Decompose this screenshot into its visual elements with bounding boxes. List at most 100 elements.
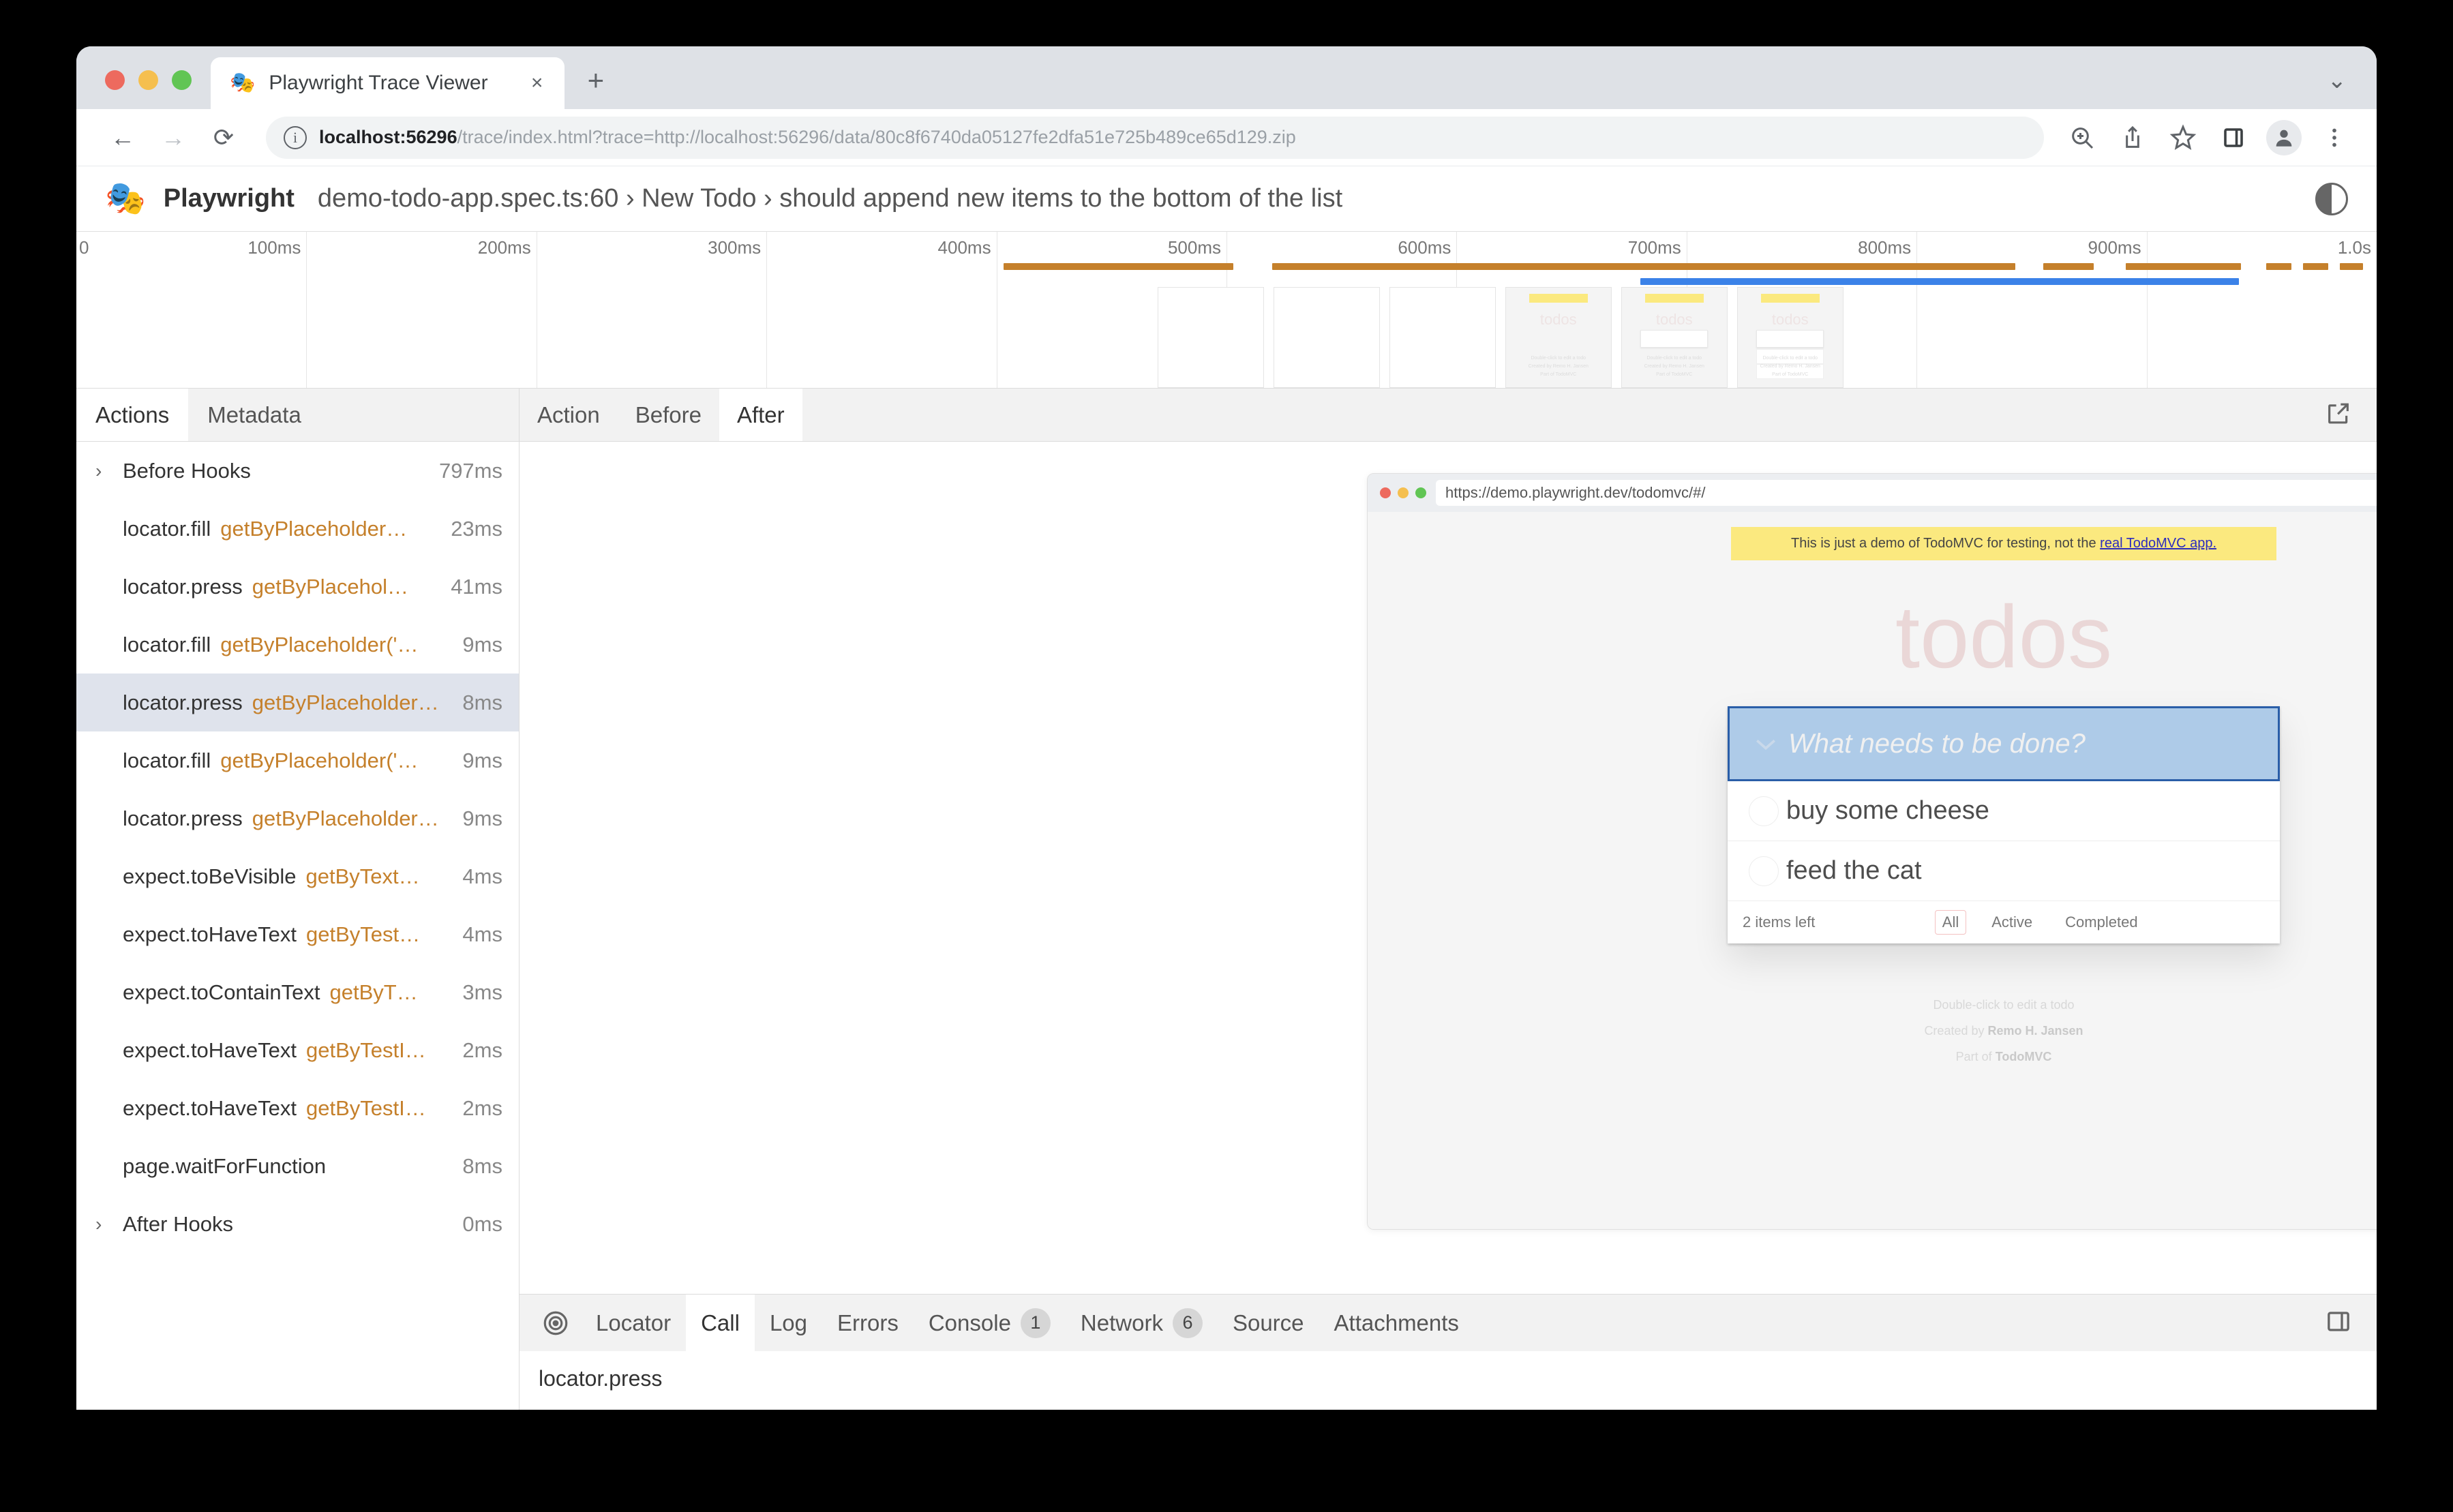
todo-checkbox[interactable] [1741, 796, 1786, 826]
action-row[interactable]: ›expect.toBeVisiblegetByText…4ms [76, 847, 519, 905]
action-row[interactable]: ›expect.toContainTextgetByT…3ms [76, 963, 519, 1021]
bottom-tab-attachments[interactable]: Attachments [1319, 1295, 1474, 1351]
snapshot-tab-bar: ActionBeforeAfter [520, 389, 2377, 442]
product-name: Playwright [164, 184, 295, 213]
action-row[interactable]: ›locator.pressgetByPlaceholder…9ms [76, 789, 519, 847]
action-row[interactable]: ›locator.fillgetByPlaceholder…23ms [76, 500, 519, 558]
snapshot-url[interactable]: https://demo.playwright.dev/todomvc/#/ [1436, 480, 2377, 506]
timeline[interactable]: 0100ms200ms300ms400ms500ms600ms700ms800m… [76, 232, 2377, 389]
minimize-window-button[interactable] [138, 70, 158, 90]
bottom-tab-log[interactable]: Log [755, 1295, 822, 1351]
action-title: After Hooks [123, 1212, 233, 1237]
dark-mode-toggle-icon[interactable] [2315, 183, 2348, 215]
timeline-gridline [306, 232, 307, 388]
timeline-filmstrip[interactable]: todosDouble-click to edit a todoCreated … [1158, 287, 1853, 388]
filmstrip-frame[interactable]: todosDouble-click to edit a todoCreated … [1737, 287, 1843, 388]
action-row[interactable]: ›expect.toHaveTextgetByTestI…2ms [76, 1079, 519, 1137]
action-list[interactable]: ›Before Hooks797ms›locator.fillgetByPlac… [76, 442, 519, 1410]
bottom-tab-label: Locator [596, 1310, 671, 1336]
bottom-tab-errors[interactable]: Errors [822, 1295, 914, 1351]
expand-chevron-icon[interactable]: › [95, 1213, 123, 1235]
reload-button[interactable]: ⟳ [202, 116, 245, 160]
real-todomvc-link[interactable]: real TodoMVC app. [2100, 536, 2216, 551]
todo-item[interactable]: buy some cheese [1728, 781, 2280, 841]
external-link-icon[interactable] [2325, 399, 2352, 430]
action-title: locator.fill [123, 749, 211, 773]
demo-banner-text: This is just a demo of TodoMVC for testi… [1791, 536, 2100, 551]
timeline-tick-label: 700ms [1628, 237, 1687, 258]
close-window-button[interactable] [105, 70, 125, 90]
new-todo-input[interactable]: What needs to be done? [1788, 729, 2086, 759]
filmstrip-frame[interactable] [1389, 287, 1496, 388]
frame-banner [1761, 294, 1820, 303]
chevron-down-icon[interactable]: ⌄ [2328, 67, 2347, 94]
credit-line-3: Part of TodoMVC [1368, 1044, 2377, 1070]
action-title: locator.press [123, 575, 243, 599]
frame-banner [1529, 294, 1588, 303]
side-panel-icon[interactable] [2216, 120, 2251, 155]
action-row[interactable]: ›expect.toHaveTextgetByTestI…2ms [76, 1021, 519, 1079]
action-row[interactable]: ›locator.pressgetByPlaceholder…8ms [76, 674, 519, 731]
sidebar-tab-actions[interactable]: Actions [76, 389, 188, 441]
action-row[interactable]: ›expect.toHaveTextgetByTest…4ms [76, 905, 519, 963]
zoom-in-icon[interactable] [2064, 120, 2100, 155]
new-todo-row-highlighted[interactable]: What needs to be done? [1728, 706, 2280, 781]
todo-item[interactable]: feed the cat [1728, 841, 2280, 901]
filmstrip-frame[interactable] [1158, 287, 1264, 388]
todo-filter-active[interactable]: Active [1984, 910, 2040, 935]
expand-chevron-icon[interactable]: › [95, 460, 123, 482]
screen-root: 🎭 Playwright Trace Viewer × + ⌄ ← → ⟳ i … [0, 0, 2453, 1512]
snapshot-tab-after[interactable]: After [719, 389, 802, 441]
bottom-tab-locator[interactable]: Locator [581, 1295, 686, 1351]
maximize-window-button[interactable] [172, 70, 192, 90]
window-traffic-lights [76, 70, 192, 109]
action-locator: getByPlaceholder… [252, 806, 439, 831]
filmstrip-frame[interactable]: todosDouble-click to edit a todoCreated … [1621, 287, 1728, 388]
timeline-action-bar [1272, 263, 2015, 270]
browser-tab[interactable]: 🎭 Playwright Trace Viewer × [211, 57, 565, 109]
close-icon[interactable]: × [525, 72, 550, 95]
filmstrip-frame[interactable] [1274, 287, 1380, 388]
profile-avatar-icon[interactable] [2266, 120, 2302, 155]
todo-filter-all[interactable]: All [1935, 910, 1966, 935]
action-row[interactable]: ›locator.fillgetByPlaceholder('…9ms [76, 616, 519, 674]
frame-input [1756, 330, 1824, 348]
split-panel-icon[interactable] [2325, 1307, 2352, 1338]
site-info-icon[interactable]: i [284, 126, 307, 149]
sidebar-tab-metadata[interactable]: Metadata [188, 389, 320, 441]
back-button[interactable]: ← [101, 116, 145, 160]
snapshot-area: https://demo.playwright.dev/todomvc/#/ T… [520, 442, 2377, 1294]
snapshot-tab-before[interactable]: Before [618, 389, 719, 441]
action-row[interactable]: ›locator.fillgetByPlaceholder('…9ms [76, 731, 519, 789]
target-icon[interactable] [530, 1295, 581, 1351]
action-duration: 2ms [447, 1038, 502, 1063]
bottom-tab-label: Network [1081, 1310, 1163, 1336]
action-row[interactable]: ›page.waitForFunction8ms [76, 1137, 519, 1195]
bookmark-star-icon[interactable] [2165, 120, 2201, 155]
trace-viewer: 🎭 Playwright demo-todo-app.spec.ts:60 › … [76, 166, 2377, 1410]
bottom-tab-label: Source [1233, 1310, 1304, 1336]
snapshot-tab-action[interactable]: Action [520, 389, 618, 441]
action-title: locator.fill [123, 633, 211, 657]
bottom-tab-network[interactable]: Network6 [1066, 1295, 1218, 1351]
action-row[interactable]: ›After Hooks0ms [76, 1195, 519, 1253]
todo-footer: 2 items left AllActiveCompleted [1728, 901, 2280, 943]
bottom-tab-call[interactable]: Call [686, 1295, 755, 1351]
chevron-down-icon[interactable] [1743, 729, 1788, 758]
snapshot-close-dot [1380, 487, 1391, 498]
browser-tab-strip: 🎭 Playwright Trace Viewer × + ⌄ [76, 46, 2377, 109]
bottom-tab-console[interactable]: Console1 [914, 1295, 1066, 1351]
snapshot-browser-toolbar: https://demo.playwright.dev/todomvc/#/ [1368, 474, 2377, 512]
action-row[interactable]: ›locator.pressgetByPlacehol…41ms [76, 558, 519, 616]
action-row[interactable]: ›Before Hooks797ms [76, 442, 519, 500]
more-menu-icon[interactable] [2317, 120, 2352, 155]
filmstrip-frame[interactable]: todosDouble-click to edit a todoCreated … [1505, 287, 1612, 388]
forward-button[interactable]: → [151, 116, 195, 160]
todo-filter-completed[interactable]: Completed [2058, 910, 2145, 935]
address-bar[interactable]: i localhost:56296/trace/index.html?trace… [266, 117, 2044, 159]
timeline-gridline [2147, 232, 2148, 388]
share-icon[interactable] [2115, 120, 2150, 155]
todo-checkbox[interactable] [1741, 856, 1786, 886]
bottom-tab-source[interactable]: Source [1218, 1295, 1319, 1351]
new-tab-button[interactable]: + [588, 64, 605, 97]
